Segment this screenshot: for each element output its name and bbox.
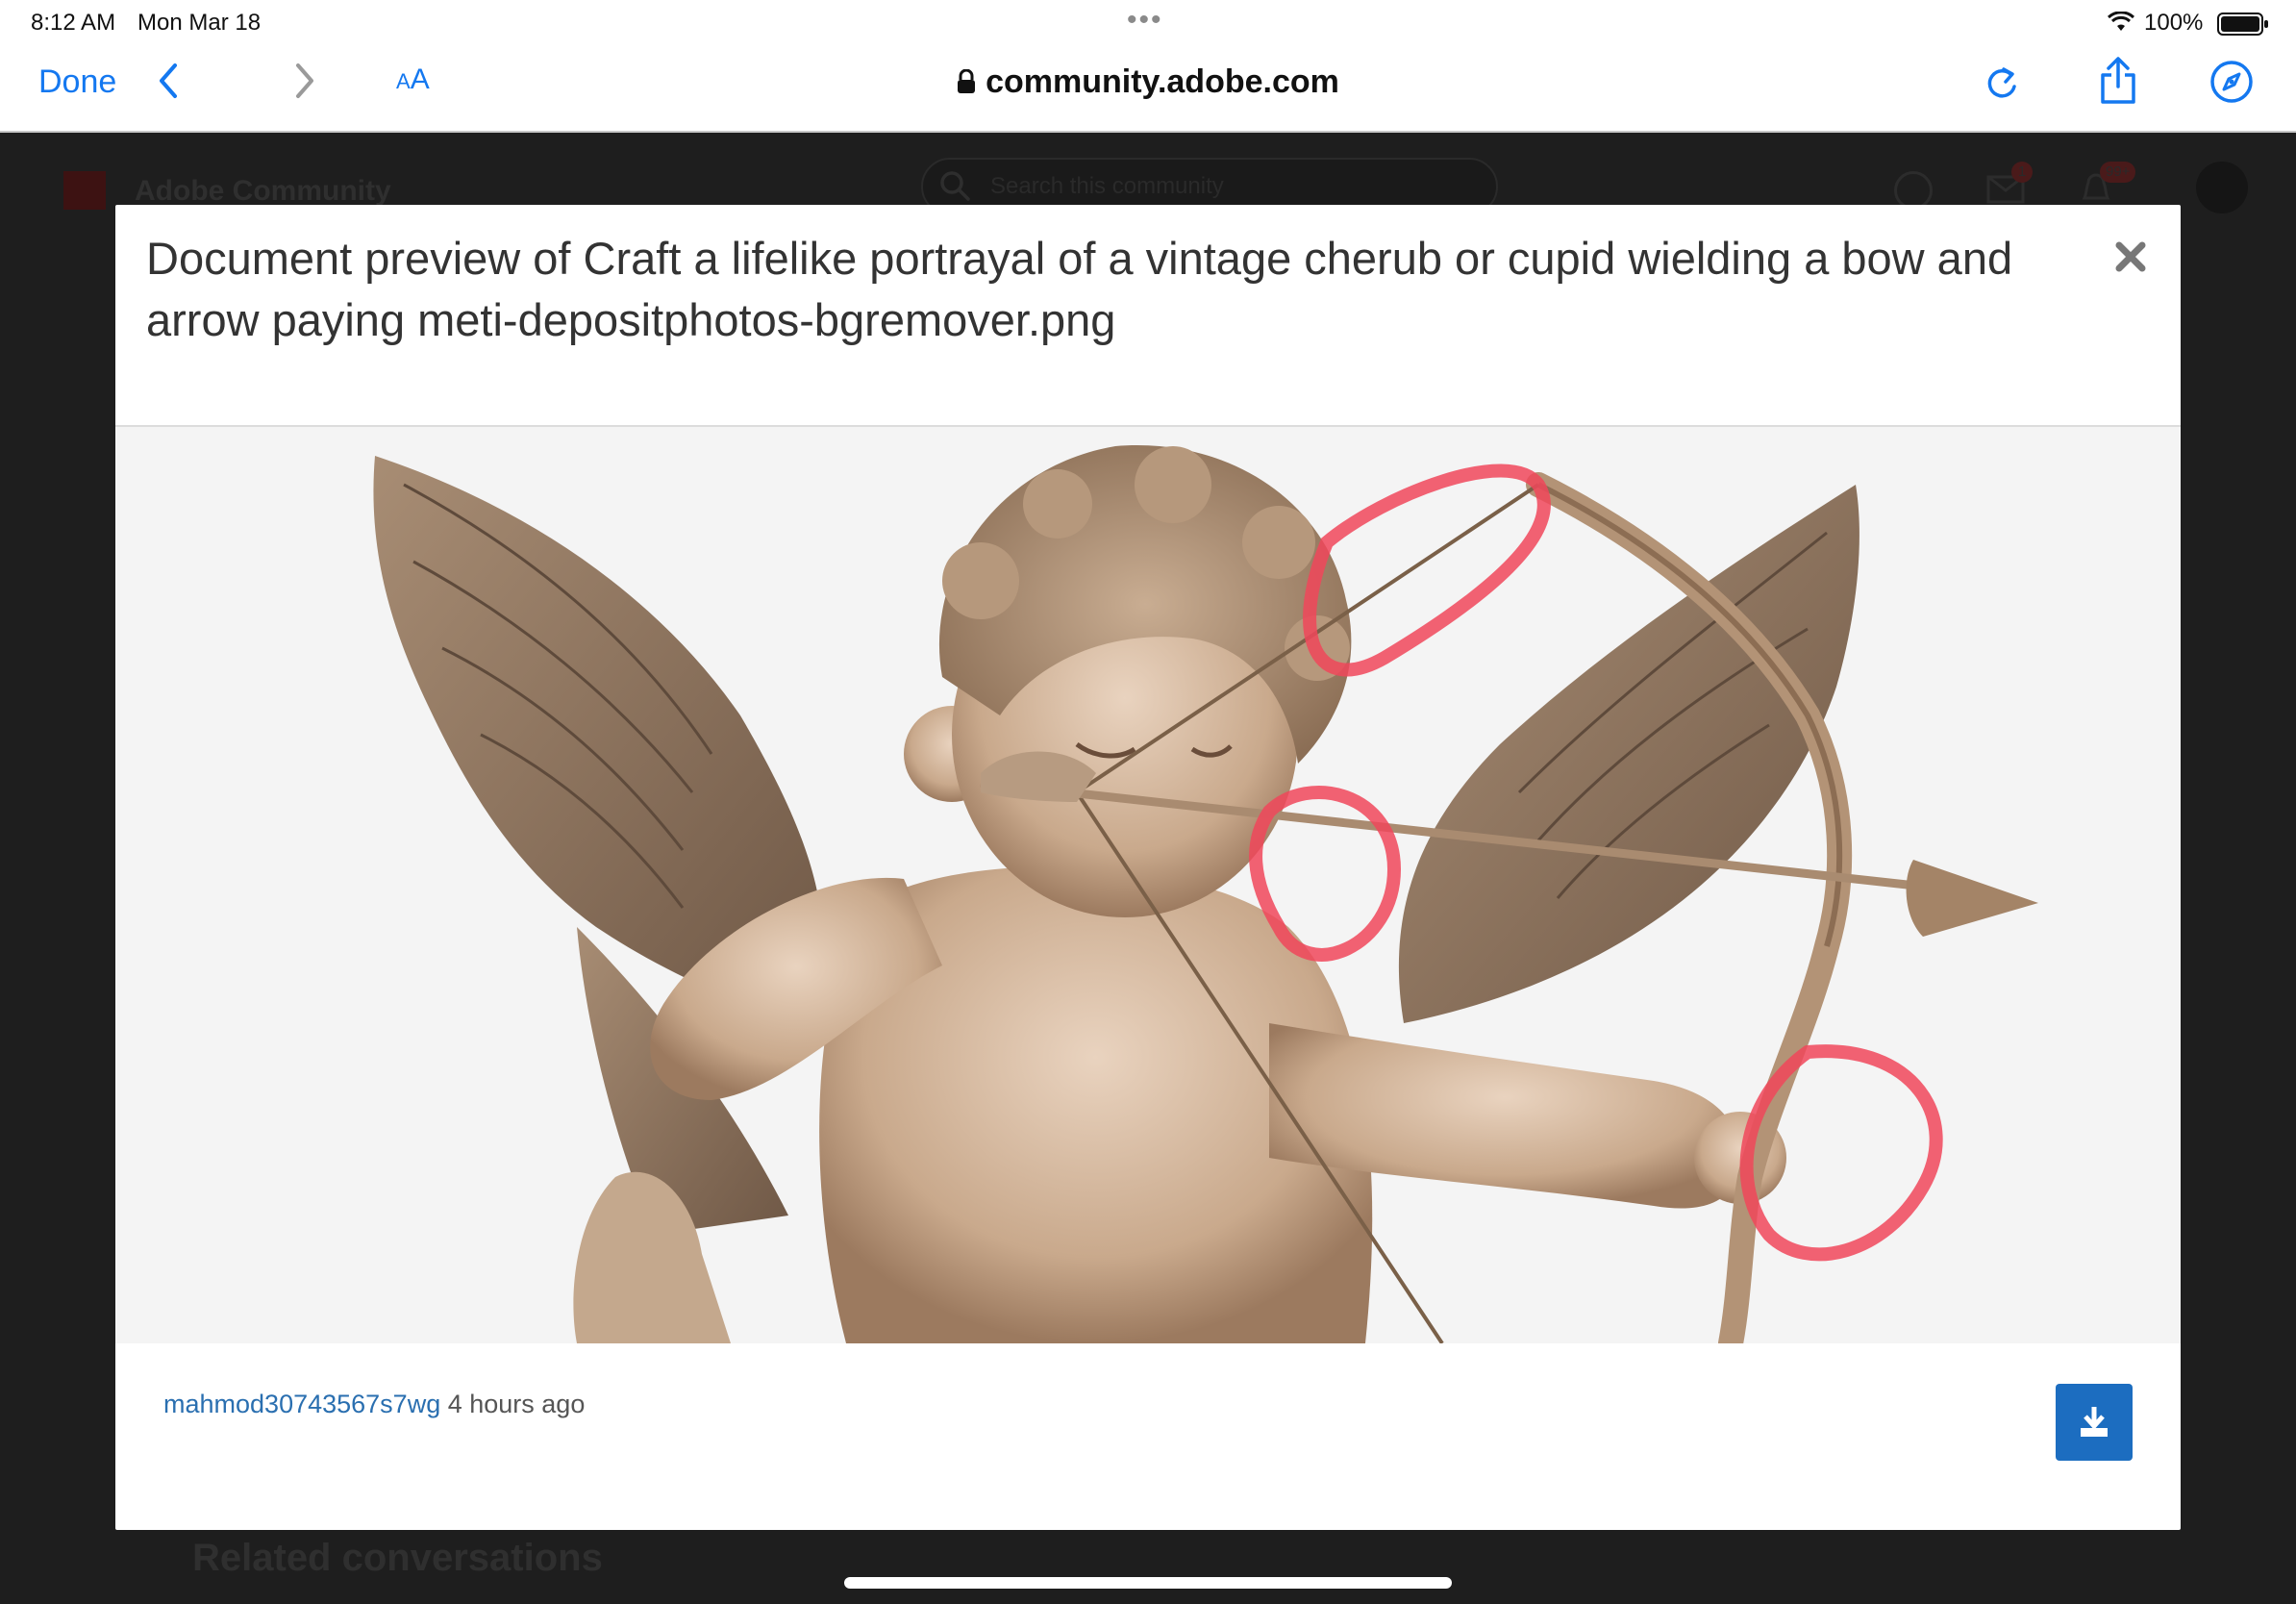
message-badge: 1 [2011, 162, 2033, 183]
url-text: community.adobe.com [986, 63, 1339, 100]
search-icon [938, 169, 971, 207]
brand-name: Adobe Community [135, 175, 391, 207]
modal-title: Document preview of Craft a lifelike por… [146, 233, 2013, 345]
preview-meta: mahmod30743567s7wg 4 hours ago [163, 1390, 585, 1419]
battery-percent: 100% [2144, 10, 2204, 36]
image-preview [115, 427, 2181, 1343]
download-icon [2079, 1405, 2109, 1444]
wifi-icon [2107, 11, 2135, 39]
battery-icon [2217, 13, 2269, 42]
author-link[interactable]: mahmod30743567s7wg [163, 1390, 440, 1418]
modal-header: Document preview of Craft a lifelike por… [115, 205, 2181, 427]
cherub-image [373, 445, 2038, 1343]
share-icon[interactable] [2098, 56, 2138, 111]
search-placeholder: Search this community [990, 173, 1224, 199]
address-bar[interactable]: community.adobe.com [0, 63, 2296, 103]
reload-icon[interactable] [1983, 62, 2021, 109]
avatar [2196, 162, 2248, 213]
notification-badge: 99+ [2100, 162, 2136, 183]
home-indicator[interactable] [844, 1577, 1452, 1589]
globe-icon [1894, 171, 1933, 210]
download-button[interactable] [2056, 1384, 2133, 1461]
document-preview-modal: Document preview of Craft a lifelike por… [115, 205, 2181, 1530]
close-icon[interactable] [2113, 239, 2148, 279]
related-conversations-heading: Related conversations [192, 1537, 603, 1579]
adobe-logo-icon [63, 171, 106, 210]
posted-time: 4 hours ago [447, 1390, 586, 1418]
browser-toolbar: Done AA community.adobe.com [0, 44, 2296, 133]
status-date: Mon Mar 18 [137, 10, 262, 36]
status-bar: 8:12 AM Mon Mar 18 ••• 100% [0, 0, 2296, 44]
compass-icon[interactable] [2209, 60, 2254, 109]
status-time: 8:12 AM [31, 10, 116, 36]
multitasking-dots-icon[interactable]: ••• [1127, 4, 1163, 37]
lock-icon [957, 65, 976, 103]
